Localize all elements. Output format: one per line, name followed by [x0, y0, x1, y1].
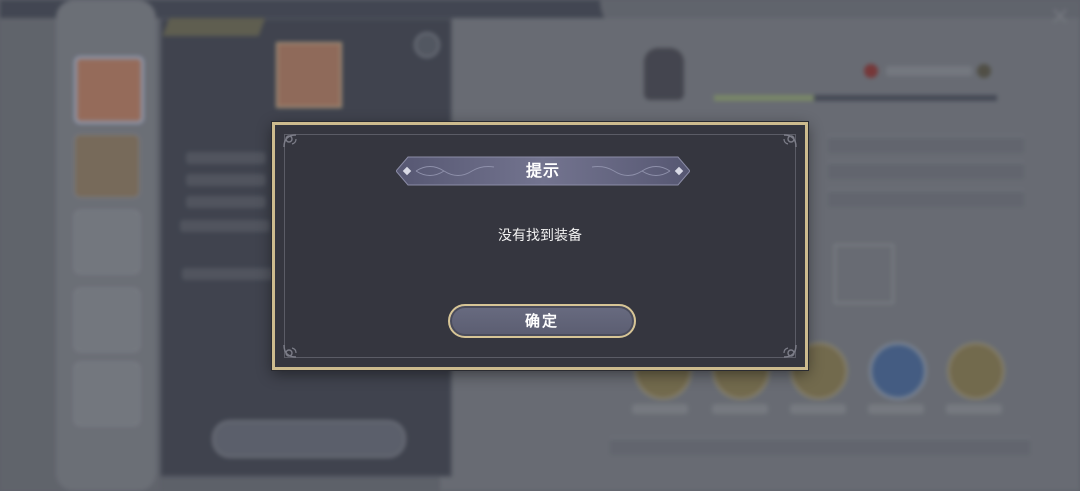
- corner-ornament-icon: [783, 134, 797, 148]
- title-ribbon: 提示: [395, 156, 691, 186]
- confirm-button[interactable]: 确定: [448, 304, 636, 338]
- dialog-message: 没有找到装备: [498, 228, 582, 244]
- corner-ornament-icon: [283, 344, 297, 358]
- alert-dialog: 提示 没有找到装备 确定: [272, 122, 808, 370]
- game-screen: 提示 没有找到装备 确定: [0, 0, 1080, 491]
- dialog-title: 提示: [525, 161, 560, 180]
- corner-ornament-icon: [283, 134, 297, 148]
- corner-ornament-icon: [783, 344, 797, 358]
